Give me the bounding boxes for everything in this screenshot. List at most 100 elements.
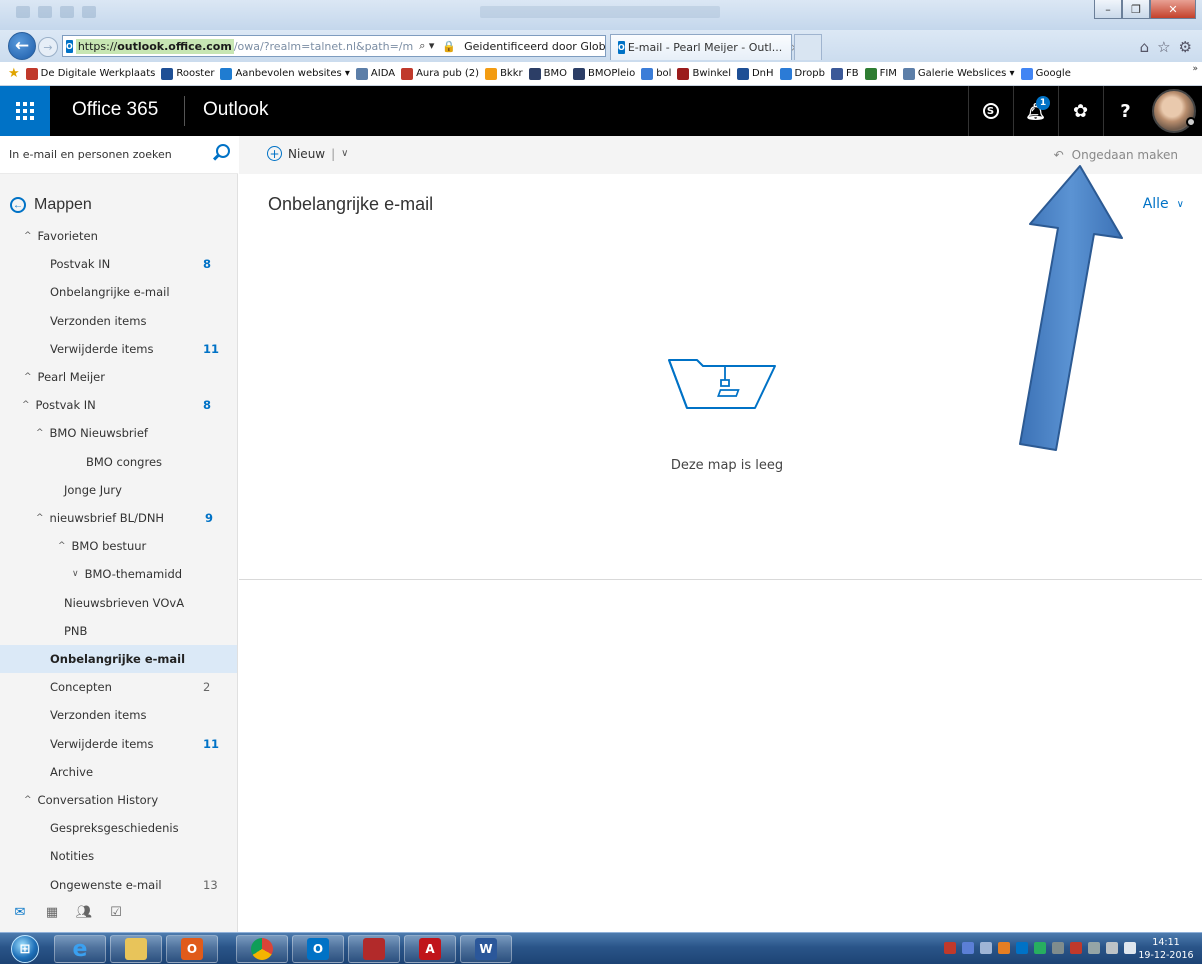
folder-item[interactable]: Verwijderde items 11 (0, 335, 237, 363)
taskbar-book[interactable] (348, 935, 400, 963)
app-launcher-icon[interactable] (0, 86, 50, 136)
more-chevron-icon[interactable]: » (1192, 64, 1198, 74)
help-button[interactable]: ? (1103, 86, 1147, 136)
favorites-star-icon[interactable]: ☆ (1157, 38, 1170, 56)
taskbar-explorer[interactable] (110, 935, 162, 963)
folder-item[interactable]: ^ Pearl Meijer (0, 363, 237, 391)
search-box[interactable]: In e-mail en personen zoeken (0, 136, 238, 174)
search-icon[interactable]: ⌕ ▾ (419, 39, 434, 53)
folder-item[interactable]: ^ Postvak IN 8 (0, 391, 237, 419)
folder-item[interactable]: Verzonden items (0, 701, 237, 729)
folder-item[interactable]: ^ BMO Nieuwsbrief (0, 419, 237, 447)
folder-item[interactable]: Nieuwsbrieven VOvA (0, 589, 237, 617)
tray-app-icon[interactable] (962, 942, 974, 954)
favorite-link[interactable]: Bwinkel (677, 67, 731, 80)
minimize-button[interactable]: – (1094, 0, 1122, 19)
settings-button[interactable]: ✿ (1058, 86, 1102, 136)
app-title[interactable]: Outlook (203, 99, 268, 121)
people-icon[interactable]: 👥︎ (76, 905, 93, 920)
tray-mail-icon[interactable] (980, 942, 992, 954)
taskbar-office[interactable]: O (166, 935, 218, 963)
new-tab-button[interactable] (794, 34, 822, 60)
favorite-link[interactable]: Aanbevolen websites ▾ (220, 67, 350, 80)
chevron-up-icon[interactable]: ^ (24, 231, 32, 241)
favorite-link[interactable]: Galerie Webslices ▾ (902, 67, 1015, 80)
taskbar-word[interactable]: W (460, 935, 512, 963)
skype-button[interactable]: S (968, 86, 1012, 136)
taskbar-clock[interactable]: 14:11 19-12-2016 (1138, 936, 1194, 962)
folder-item[interactable]: PNB (0, 617, 237, 645)
chevron-up-icon[interactable]: ^ (24, 795, 32, 805)
folder-item[interactable]: Postvak IN 8 (0, 250, 237, 278)
chevron-up-icon[interactable]: ^ (24, 372, 32, 382)
folder-item[interactable]: ^ Conversation History (0, 786, 237, 814)
tasks-icon[interactable]: ☑ (108, 905, 124, 920)
chevron-down-icon[interactable]: ∨ (72, 569, 79, 579)
folder-item[interactable]: ^ BMO bestuur (0, 532, 237, 560)
brand-title[interactable]: Office 365 (72, 99, 158, 121)
folder-item[interactable]: Verzonden items (0, 307, 237, 335)
folder-item[interactable]: Archive (0, 758, 237, 786)
tray-outlook-icon[interactable] (1016, 942, 1028, 954)
avatar[interactable] (1152, 89, 1196, 133)
favorite-link[interactable]: Bkkr (485, 67, 523, 80)
favorite-link[interactable]: Aura pub (2) (401, 67, 479, 80)
maximize-button[interactable]: ❐ (1122, 0, 1150, 19)
home-icon[interactable]: ⌂ (1140, 38, 1150, 56)
settings-gear-icon[interactable]: ⚙ (1179, 38, 1192, 56)
favorite-link[interactable]: De Digitale Werkplaats (25, 67, 155, 80)
folder-item[interactable]: ∨ BMO-themamidd (0, 560, 237, 588)
favorite-link[interactable]: BMO (528, 67, 567, 80)
taskbar-acrobat[interactable]: A (404, 935, 456, 963)
folder-item[interactable]: ^ Favorieten (0, 222, 237, 250)
close-window-button[interactable]: ✕ (1150, 0, 1196, 19)
favorite-link[interactable]: Rooster (161, 67, 214, 80)
lock-icon[interactable]: 🔒 (442, 40, 456, 53)
tray-app-icon[interactable] (1070, 942, 1082, 954)
favorite-link[interactable]: DnH (736, 67, 774, 80)
calendar-icon[interactable]: ▦ (44, 905, 60, 920)
taskbar-ie[interactable]: e (54, 935, 106, 963)
favorite-link[interactable]: AIDA (355, 67, 395, 80)
forward-button[interactable]: → (38, 37, 58, 57)
chevron-up-icon[interactable]: ^ (36, 513, 44, 523)
folder-item[interactable]: Onbelangrijke e-mail (0, 645, 237, 673)
back-button[interactable]: ← (8, 32, 36, 60)
volume-icon[interactable] (1124, 942, 1136, 954)
folder-item[interactable]: Onbelangrijke e-mail (0, 278, 237, 306)
chevron-up-icon[interactable]: ^ (22, 400, 30, 410)
chevron-up-icon[interactable]: ^ (58, 541, 66, 551)
notifications-button[interactable]: 🔔︎ 1 (1013, 86, 1057, 136)
folder-item[interactable]: Gespreksgeschiedenis (0, 814, 237, 842)
folder-item[interactable]: BMO congres (0, 448, 237, 476)
security-identity[interactable]: Geidentificeerd door Glob... (464, 40, 605, 53)
favorite-link[interactable]: bol (641, 67, 671, 80)
address-bar[interactable]: O https:// outlook.office.com /owa/?real… (62, 35, 606, 57)
folder-item[interactable]: Notities (0, 842, 237, 870)
tray-network-icon[interactable] (1052, 942, 1064, 954)
taskbar-outlook[interactable]: O (292, 935, 344, 963)
favorite-link[interactable]: BMOPleio (572, 67, 635, 80)
mail-icon[interactable]: ✉ (12, 905, 28, 920)
tray-app-icon[interactable] (1088, 942, 1100, 954)
folder-item[interactable]: Jonge Jury (0, 476, 237, 504)
favorite-link[interactable]: FB (830, 67, 859, 80)
favorite-link[interactable]: FIM (864, 67, 897, 80)
folder-item[interactable]: Concepten 2 (0, 673, 237, 701)
search-input[interactable]: In e-mail en personen zoeken (9, 148, 172, 161)
folders-header[interactable]: ← Mappen (10, 196, 92, 214)
tray-app-icon[interactable] (998, 942, 1010, 954)
tray-app-icon[interactable] (1106, 942, 1118, 954)
favorites-star-icon[interactable]: ★ (8, 66, 20, 81)
folder-item[interactable]: Verwijderde items 11 (0, 730, 237, 758)
start-button[interactable]: ⊞ (6, 933, 44, 964)
new-button[interactable]: + Nieuw | ∨ (267, 146, 349, 161)
chevron-down-icon[interactable]: ∨ (341, 148, 348, 159)
tray-app-icon[interactable] (1034, 942, 1046, 954)
chevron-up-icon[interactable]: ^ (36, 428, 44, 438)
search-icon[interactable] (216, 144, 230, 158)
taskbar-chrome[interactable] (236, 935, 288, 963)
browser-tab-outlook[interactable]: O E-mail - Pearl Meijer - Outl... × (610, 34, 799, 60)
favorite-link[interactable]: Google (1020, 67, 1071, 80)
filter-dropdown[interactable]: Alle ∨ (1143, 196, 1184, 212)
